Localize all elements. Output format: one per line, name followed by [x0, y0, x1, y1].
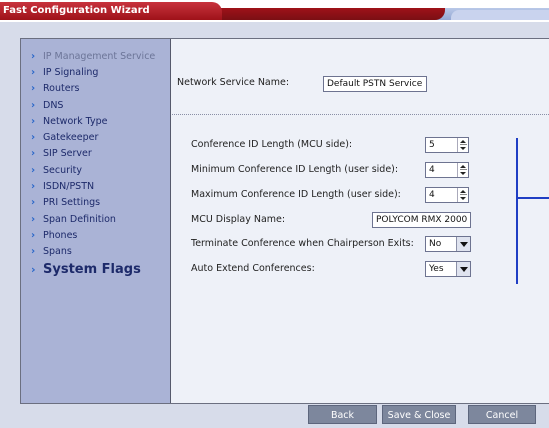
mcu-display-name-label: MCU Display Name:: [191, 214, 286, 225]
terminate-conference-label: Terminate Conference when Chairperson Ex…: [191, 238, 414, 249]
network-service-name-field[interactable]: Default PSTN Service: [323, 76, 427, 92]
cancel-button[interactable]: Cancel: [468, 405, 536, 424]
wizard-panel: › IP Management Service › IP Signaling › Ro…: [20, 38, 549, 404]
chevron-right-icon: ›: [31, 99, 36, 111]
network-service-name-label: Network Service Name:: [177, 77, 290, 88]
sidebar-item-routers[interactable]: › Routers: [21, 81, 170, 97]
spinner-arrows-icon[interactable]: [457, 188, 468, 202]
chevron-down-icon[interactable]: [456, 237, 470, 251]
sidebar-item-ip-signaling[interactable]: › IP Signaling: [21, 64, 170, 80]
terminate-conference-select[interactable]: No: [425, 236, 471, 252]
sidebar-item-label: Network Type: [43, 115, 108, 127]
content-panel: Network Service Name: Default PSTN Servi…: [172, 39, 549, 403]
sidebar-item-sip-server[interactable]: › SIP Server: [21, 146, 170, 162]
chevron-right-icon: ›: [31, 229, 36, 241]
sidebar-item-network-type[interactable]: › Network Type: [21, 113, 170, 129]
min-conference-id-length-label: Minimum Conference ID Length (user side)…: [191, 164, 399, 175]
sidebar-item-label: Span Definition: [43, 213, 116, 225]
sidebar-item-label: DNS: [43, 99, 64, 111]
chevron-right-icon: ›: [31, 164, 36, 176]
sidebar-item-label: Security: [43, 164, 83, 176]
sidebar-item-gatekeeper[interactable]: › Gatekeeper: [21, 129, 170, 145]
section-divider: [172, 114, 549, 115]
terminate-conference-value: No: [429, 239, 442, 249]
sidebar-item-label: IP Signaling: [43, 66, 99, 78]
sidebar-item-ip-management-service: › IP Management Service: [21, 48, 170, 64]
chevron-right-icon: ›: [31, 115, 36, 127]
auto-extend-label: Auto Extend Conferences:: [191, 263, 315, 274]
sidebar-item-label: SIP Server: [43, 148, 92, 160]
chevron-right-icon: ›: [31, 66, 36, 78]
sidebar-item-label: Gatekeeper: [43, 132, 99, 144]
spinner-arrows-icon[interactable]: [457, 138, 468, 152]
sidebar-item-span-definition[interactable]: › Span Definition: [21, 211, 170, 227]
min-conference-id-length-stepper[interactable]: 4: [425, 162, 469, 178]
terminate-conference-row: Terminate Conference when Chairperson Ex…: [191, 238, 414, 249]
max-conference-id-length-label: Maximum Conference ID Length (user side)…: [191, 189, 401, 200]
chevron-right-icon: ›: [31, 213, 36, 225]
save-close-button[interactable]: Save & Close: [382, 405, 456, 424]
sidebar-item-system-flags[interactable]: › System Flags: [21, 260, 170, 280]
spinner-arrows-icon[interactable]: [457, 163, 468, 177]
auto-extend-select[interactable]: Yes: [425, 261, 471, 277]
min-conference-id-length-value: 4: [429, 165, 435, 175]
sidebar-item-label: Spans: [43, 246, 72, 258]
conference-id-length-stepper[interactable]: 5: [425, 137, 469, 153]
conference-id-length-label: Conference ID Length (MCU side):: [191, 139, 353, 150]
conference-id-length-row: Conference ID Length (MCU side):: [191, 139, 352, 150]
min-conference-id-length-row: Minimum Conference ID Length (user side)…: [191, 164, 398, 175]
chevron-right-icon: ›: [31, 83, 36, 95]
sidebar-item-spans[interactable]: › Spans: [21, 244, 170, 260]
sidebar-item-dns[interactable]: › DNS: [21, 97, 170, 113]
chevron-right-icon: ›: [31, 181, 36, 193]
sidebar-item-label: PRI Settings: [43, 197, 101, 209]
auto-extend-value: Yes: [429, 264, 444, 274]
chevron-right-icon: ›: [31, 263, 36, 277]
title-bar: Fast Configuration Wizard: [0, 0, 549, 22]
sidebar-item-label: Phones: [43, 229, 78, 241]
chevron-right-icon: ›: [31, 50, 36, 62]
network-service-name-row: Network Service Name:: [177, 77, 289, 88]
mcu-display-name-row: MCU Display Name:: [191, 214, 285, 225]
wizard-frame: › IP Management Service › IP Signaling › Ro…: [0, 22, 549, 428]
sidebar-item-label: System Flags: [43, 262, 141, 278]
auto-extend-row: Auto Extend Conferences:: [191, 263, 315, 274]
sidebar-item-label: ISDN/PSTN: [43, 181, 95, 193]
sidebar-item-label: IP Management Service: [43, 50, 156, 62]
sidebar-item-isdn-pstn[interactable]: › ISDN/PSTN: [21, 178, 170, 194]
chevron-down-icon[interactable]: [456, 262, 470, 276]
chevron-right-icon: ›: [31, 246, 36, 258]
conference-id-length-value: 5: [429, 140, 435, 150]
sidebar-item-phones[interactable]: › Phones: [21, 227, 170, 243]
window-title: Fast Configuration Wizard: [0, 2, 222, 20]
sidebar-item-pri-settings[interactable]: › PRI Settings: [21, 195, 170, 211]
callout-pointer-line: [516, 197, 549, 199]
chevron-right-icon: ›: [31, 197, 36, 209]
sidebar-item-label: Routers: [43, 83, 80, 95]
sidebar-item-security[interactable]: › Security: [21, 162, 170, 178]
max-conference-id-length-row: Maximum Conference ID Length (user side)…: [191, 189, 401, 200]
max-conference-id-length-stepper[interactable]: 4: [425, 187, 469, 203]
title-bar-decoration: [215, 8, 549, 20]
chevron-right-icon: ›: [31, 132, 36, 144]
back-button[interactable]: Back: [308, 405, 377, 424]
callout-bracket-line: [516, 138, 518, 284]
wizard-sidebar: › IP Management Service › IP Signaling › Ro…: [21, 39, 171, 403]
mcu-display-name-field[interactable]: POLYCOM RMX 2000: [372, 212, 471, 228]
chevron-right-icon: ›: [31, 148, 36, 160]
max-conference-id-length-value: 4: [429, 190, 435, 200]
